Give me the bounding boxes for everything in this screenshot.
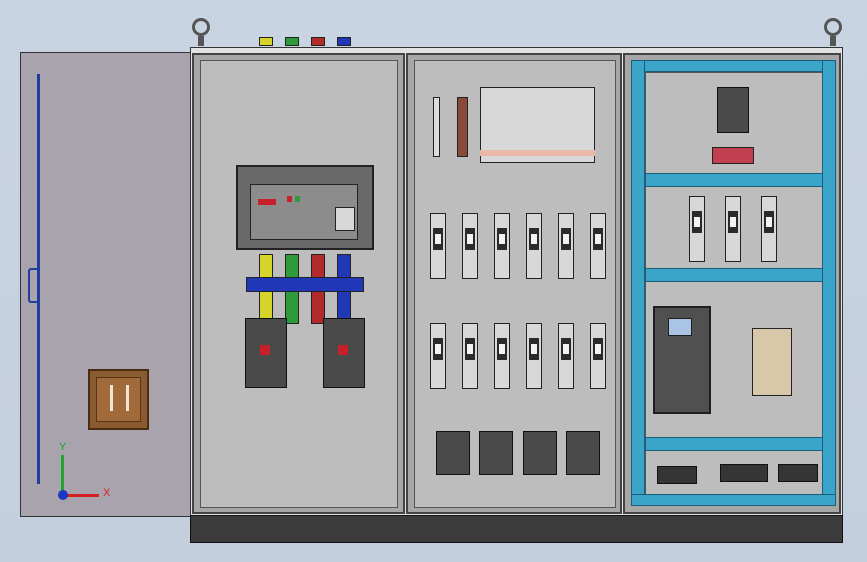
mccb-small-1[interactable]: [436, 431, 470, 475]
terminal-block-3: [778, 464, 818, 482]
mccb-small-4[interactable]: [566, 431, 600, 475]
mccb-2-handle: [338, 345, 348, 355]
cabinet-plinth: [190, 515, 843, 543]
mccb-small-3[interactable]: [523, 431, 557, 475]
mcb-row2-6[interactable]: [590, 323, 606, 389]
lifting-eye-stem-left: [198, 36, 204, 46]
rail-top: [631, 60, 836, 72]
mcb-motor-1[interactable]: [689, 196, 705, 262]
rail-shelf-2: [645, 268, 823, 282]
mcb-row1-1[interactable]: [430, 213, 446, 279]
y-axis-icon: [61, 455, 64, 493]
acb-status-red: [287, 196, 292, 202]
phase-cap-c: [311, 37, 325, 46]
mcb-row1-2[interactable]: [462, 213, 478, 279]
door-rod-hook: [28, 268, 40, 303]
terminal-block-1: [657, 466, 697, 484]
phase-cap-a: [259, 37, 273, 46]
mcb-row2-3[interactable]: [494, 323, 510, 389]
busbar-crossbar: [246, 277, 364, 292]
earth-terminal-bar: [457, 97, 468, 157]
rail-right: [822, 60, 836, 500]
neutral-terminal-bar: [433, 97, 440, 157]
acb-status-green: [295, 196, 300, 202]
acb-red-indicator: [258, 199, 276, 205]
mcb-row2-4[interactable]: [526, 323, 542, 389]
mcb-row2-1[interactable]: [430, 323, 446, 389]
x-axis-icon: [67, 494, 99, 497]
acb-nameplate: [335, 207, 355, 231]
contactor[interactable]: [752, 328, 792, 396]
phase-cap-n: [337, 37, 351, 46]
rail-shelf-3: [645, 437, 823, 451]
mccb-control[interactable]: [717, 87, 749, 133]
mcb-row2-5[interactable]: [558, 323, 574, 389]
mcb-row1-6[interactable]: [590, 213, 606, 279]
mounting-plate-motor-control: [645, 72, 823, 496]
mcb-row1-4[interactable]: [526, 213, 542, 279]
rail-bottom: [631, 494, 836, 506]
handle-slot-right: [126, 385, 129, 411]
origin-icon: [58, 490, 68, 500]
vfd-display: [668, 318, 692, 336]
fuse-holder: [712, 147, 754, 164]
mcb-row1-5[interactable]: [558, 213, 574, 279]
terminal-block-2: [720, 464, 768, 482]
mcb-motor-3[interactable]: [761, 196, 777, 262]
handle-slot-left: [110, 385, 113, 411]
rail-shelf-1: [645, 173, 823, 187]
mcb-row1-3[interactable]: [494, 213, 510, 279]
mccb-small-2[interactable]: [479, 431, 513, 475]
mccb-1-handle: [260, 345, 270, 355]
mcb-row2-2[interactable]: [462, 323, 478, 389]
lifting-eye-stem-right: [830, 36, 836, 46]
y-axis-label: Y: [59, 441, 67, 453]
cabinet-door[interactable]: [20, 52, 193, 517]
phase-cap-b: [285, 37, 299, 46]
rail-left: [631, 60, 645, 500]
lifting-eye-right-icon: [824, 18, 842, 36]
mcb-motor-2[interactable]: [725, 196, 741, 262]
lifting-eye-left-icon: [192, 18, 210, 36]
door-handle-plate: [96, 377, 141, 422]
x-axis-label: X: [103, 487, 111, 499]
busbar-support-strip: [480, 150, 595, 156]
